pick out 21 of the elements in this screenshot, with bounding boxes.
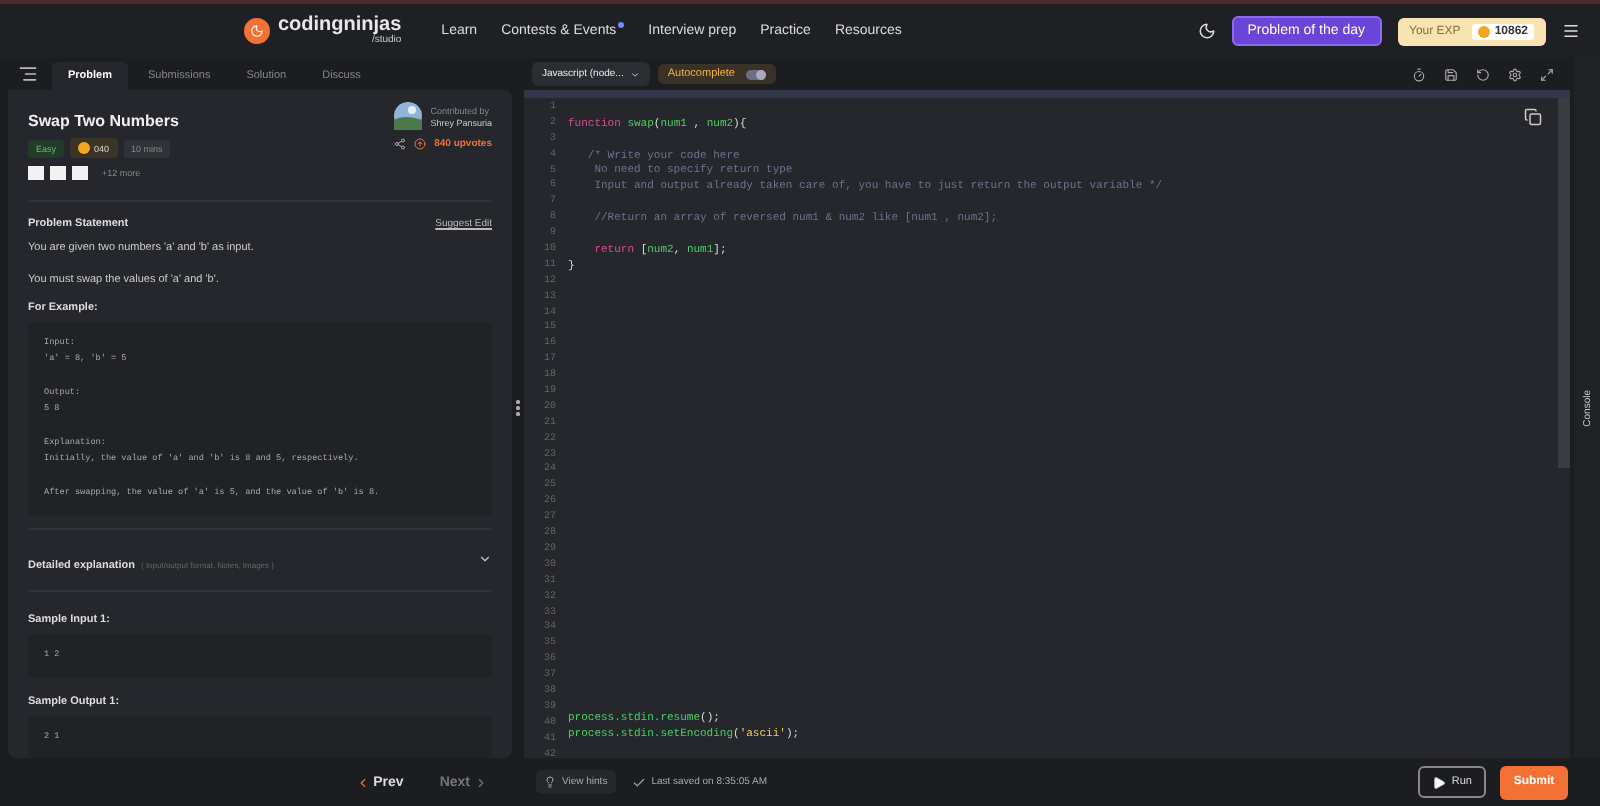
lightbulb-icon [544,776,556,788]
sidebar-toggle-icon[interactable] [18,64,38,84]
chevron-left-icon [355,775,370,789]
play-icon [1432,775,1446,789]
caret-icon [629,69,640,79]
theme-icon[interactable] [1197,22,1216,40]
problem-title: Swap Two Numbers [28,112,179,130]
timer-icon[interactable] [1412,67,1426,81]
checkmark-icon [631,775,646,789]
reset-icon[interactable] [1476,67,1490,81]
copy-icon[interactable] [1524,108,1542,126]
notification-dot [618,22,625,28]
save-icon[interactable] [1444,67,1458,81]
settings-icon[interactable] [1508,67,1522,81]
logo-icon [244,18,270,44]
chevron-right-icon [474,775,488,789]
logo-text: codingninjas [278,16,402,36]
share-icon[interactable] [394,138,407,150]
menu-icon[interactable] [1562,22,1580,40]
upvote-icon[interactable] [414,138,427,150]
fullscreen-icon[interactable] [1540,67,1554,81]
